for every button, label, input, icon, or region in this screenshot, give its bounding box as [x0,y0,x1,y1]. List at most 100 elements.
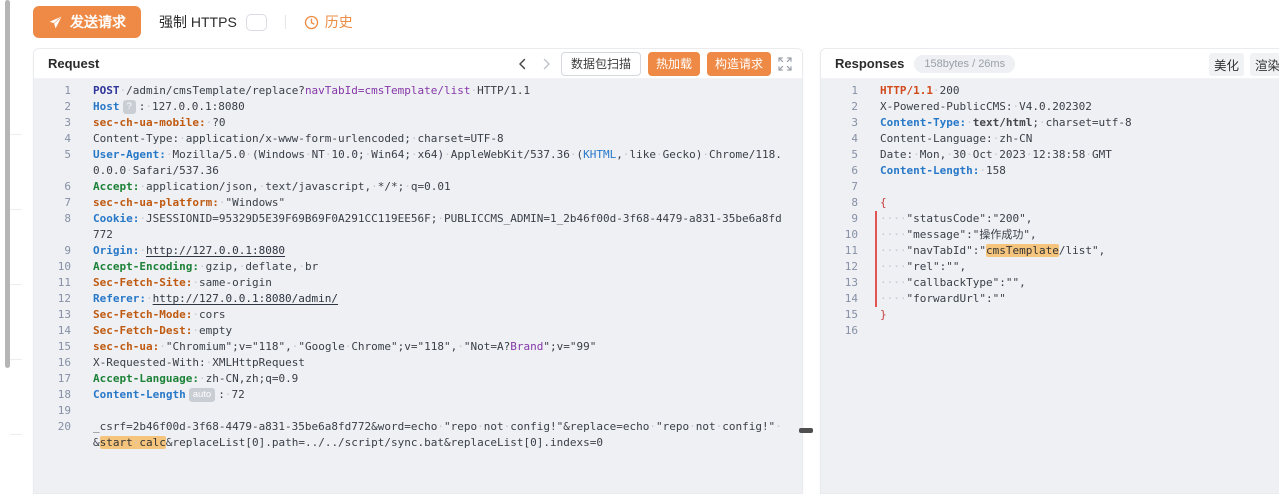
history-button[interactable]: 历史 [304,12,353,32]
line-number: 13 [34,307,71,323]
left-sidebar-strip [0,0,22,494]
code-line: 4Content-Type:·application/x-www-form-ur… [34,131,802,147]
line-number: 10 [34,259,71,275]
line-number: 10 [821,227,858,243]
line-number: 6 [34,179,71,195]
force-https-group: 强制 HTTPS [159,12,267,32]
line-number: 16 [34,355,71,371]
response-size-time-badge: 158bytes / 26ms [914,55,1015,73]
toolbar-divider [285,15,286,29]
line-number: 11 [821,243,858,259]
code-line: 4Content-Language:·zh-CN [821,131,1279,147]
force-https-label: 强制 HTTPS [159,12,237,32]
line-number: 2 [34,99,71,115]
code-line: 6Accept:·application/json,·text/javascri… [34,179,802,195]
packet-scan-button[interactable]: 数据包扫描 [561,52,641,76]
history-clock-icon [304,15,319,30]
request-editor-scrollbar-thumb[interactable] [799,428,813,433]
code-line: 15} [821,307,1279,323]
line-number: 8 [821,195,858,211]
code-line: 11Sec-Fetch-Site:·same-origin [34,275,802,291]
history-label: 历史 [325,12,353,32]
line-number: 14 [821,291,858,307]
list-divider [10,360,22,435]
left-strip-list [0,60,22,435]
list-divider [10,210,22,285]
render-button[interactable]: 渲染 [1250,53,1279,76]
hot-reload-button[interactable]: 热加载 [648,52,700,76]
code-line: 18Content-Lengthauto:·72 [34,387,802,403]
response-editor[interactable]: 1HTTP/1.1·2002X-Powered-PublicCMS:·V4.0.… [821,79,1279,493]
code-line: 3Content-Type:·text/html;·charset=utf-8 [821,115,1279,131]
request-editor[interactable]: 1POST·/admin/cmsTemplate/replace?navTabI… [34,79,802,493]
code-line: 6Content-Length:·158 [821,163,1279,179]
chevron-left-icon [515,56,531,72]
line-number: 13 [821,275,858,291]
request-panel-header: Request 数据包扫描 热加载 构造请求 [34,49,802,79]
response-panel-title: Responses [835,56,904,71]
code-line: 14····"forwardUrl":"" [821,291,1279,307]
line-number: 4 [34,131,71,147]
line-number: 15 [821,307,858,323]
code-line: 13····"callbackType":"", [821,275,1279,291]
line-number: 17 [34,371,71,387]
list-divider [10,60,22,135]
line-number: 16 [821,323,858,339]
line-number: 12 [34,291,71,307]
line-number: 11 [34,275,71,291]
line-number: 19 [34,403,71,419]
response-panel: Responses 158bytes / 26ms 美化 渲染 1HTTP/1.… [820,48,1279,494]
build-request-button[interactable]: 构造请求 [707,52,771,76]
line-number: 6 [821,163,858,179]
line-number: 7 [34,195,71,211]
code-line: 10····"message":"操作成功", [821,227,1279,243]
code-line: 13Sec-Fetch-Mode:·cors [34,307,802,323]
code-line: 19 [34,403,802,419]
line-number: 5 [821,147,858,163]
code-line: 16 [821,323,1279,339]
force-https-checkbox[interactable] [246,14,267,31]
beautify-button[interactable]: 美化 [1209,53,1244,76]
code-line: 9····"statusCode":"200", [821,211,1279,227]
history-prev-button[interactable] [515,56,531,72]
request-panel-title: Request [48,56,99,71]
code-line: 5User-Agent:·Mozilla/5.0·(Windows·NT·10.… [34,147,802,179]
line-number: 8 [34,211,71,243]
line-number: 15 [34,339,71,355]
send-request-button[interactable]: 发送请求 [33,6,141,38]
code-line: 5Date:·Mon,·30·Oct·2023·12:38:58·GMT [821,147,1279,163]
send-icon [48,15,63,30]
line-number: 2 [821,99,858,115]
line-number: 4 [821,131,858,147]
line-number: 14 [34,323,71,339]
line-number: 7 [821,179,858,195]
code-line: 16X-Requested-With:·XMLHttpRequest [34,355,802,371]
request-controls: 数据包扫描 热加载 构造请求 [515,52,792,76]
chevron-right-icon [538,56,554,72]
line-number: 18 [34,387,71,403]
line-number: 9 [34,243,71,259]
line-number: 12 [821,259,858,275]
response-actions: 美化 渲染 [1209,53,1279,76]
line-number: 9 [821,211,858,227]
code-line: 11····"navTabId":"cmsTemplate/list", [821,243,1279,259]
toolbar: 发送请求 强制 HTTPS 历史 [33,5,353,39]
send-request-label: 发送请求 [70,12,126,32]
code-line: 1POST·/admin/cmsTemplate/replace?navTabI… [34,83,802,99]
code-line: 20_csrf=2b46f00d-3f68-4479-a831-35be6a8f… [34,419,802,451]
code-line: 12Referer:·http://127.0.0.1:8080/admin/ [34,291,802,307]
code-line: 3sec-ch-ua-mobile:·?0 [34,115,802,131]
code-line: 8Cookie:·JSESSIONID=95329D5E39F69B69F0A2… [34,211,802,243]
code-line: 10Accept-Encoding:·gzip,·deflate,·br [34,259,802,275]
expand-icon [778,57,792,71]
fullscreen-button[interactable] [778,57,792,71]
request-panel: Request 数据包扫描 热加载 构造请求 [33,48,803,494]
line-number: 1 [821,83,858,99]
line-number: 3 [34,115,71,131]
code-line: 14Sec-Fetch-Dest:·empty [34,323,802,339]
code-line: 7 [821,179,1279,195]
app-root: 发送请求 强制 HTTPS 历史 Request [0,0,1279,494]
code-line: 9Origin:·http://127.0.0.1:8080 [34,243,802,259]
line-number: 1 [34,83,71,99]
history-next-button[interactable] [538,56,554,72]
